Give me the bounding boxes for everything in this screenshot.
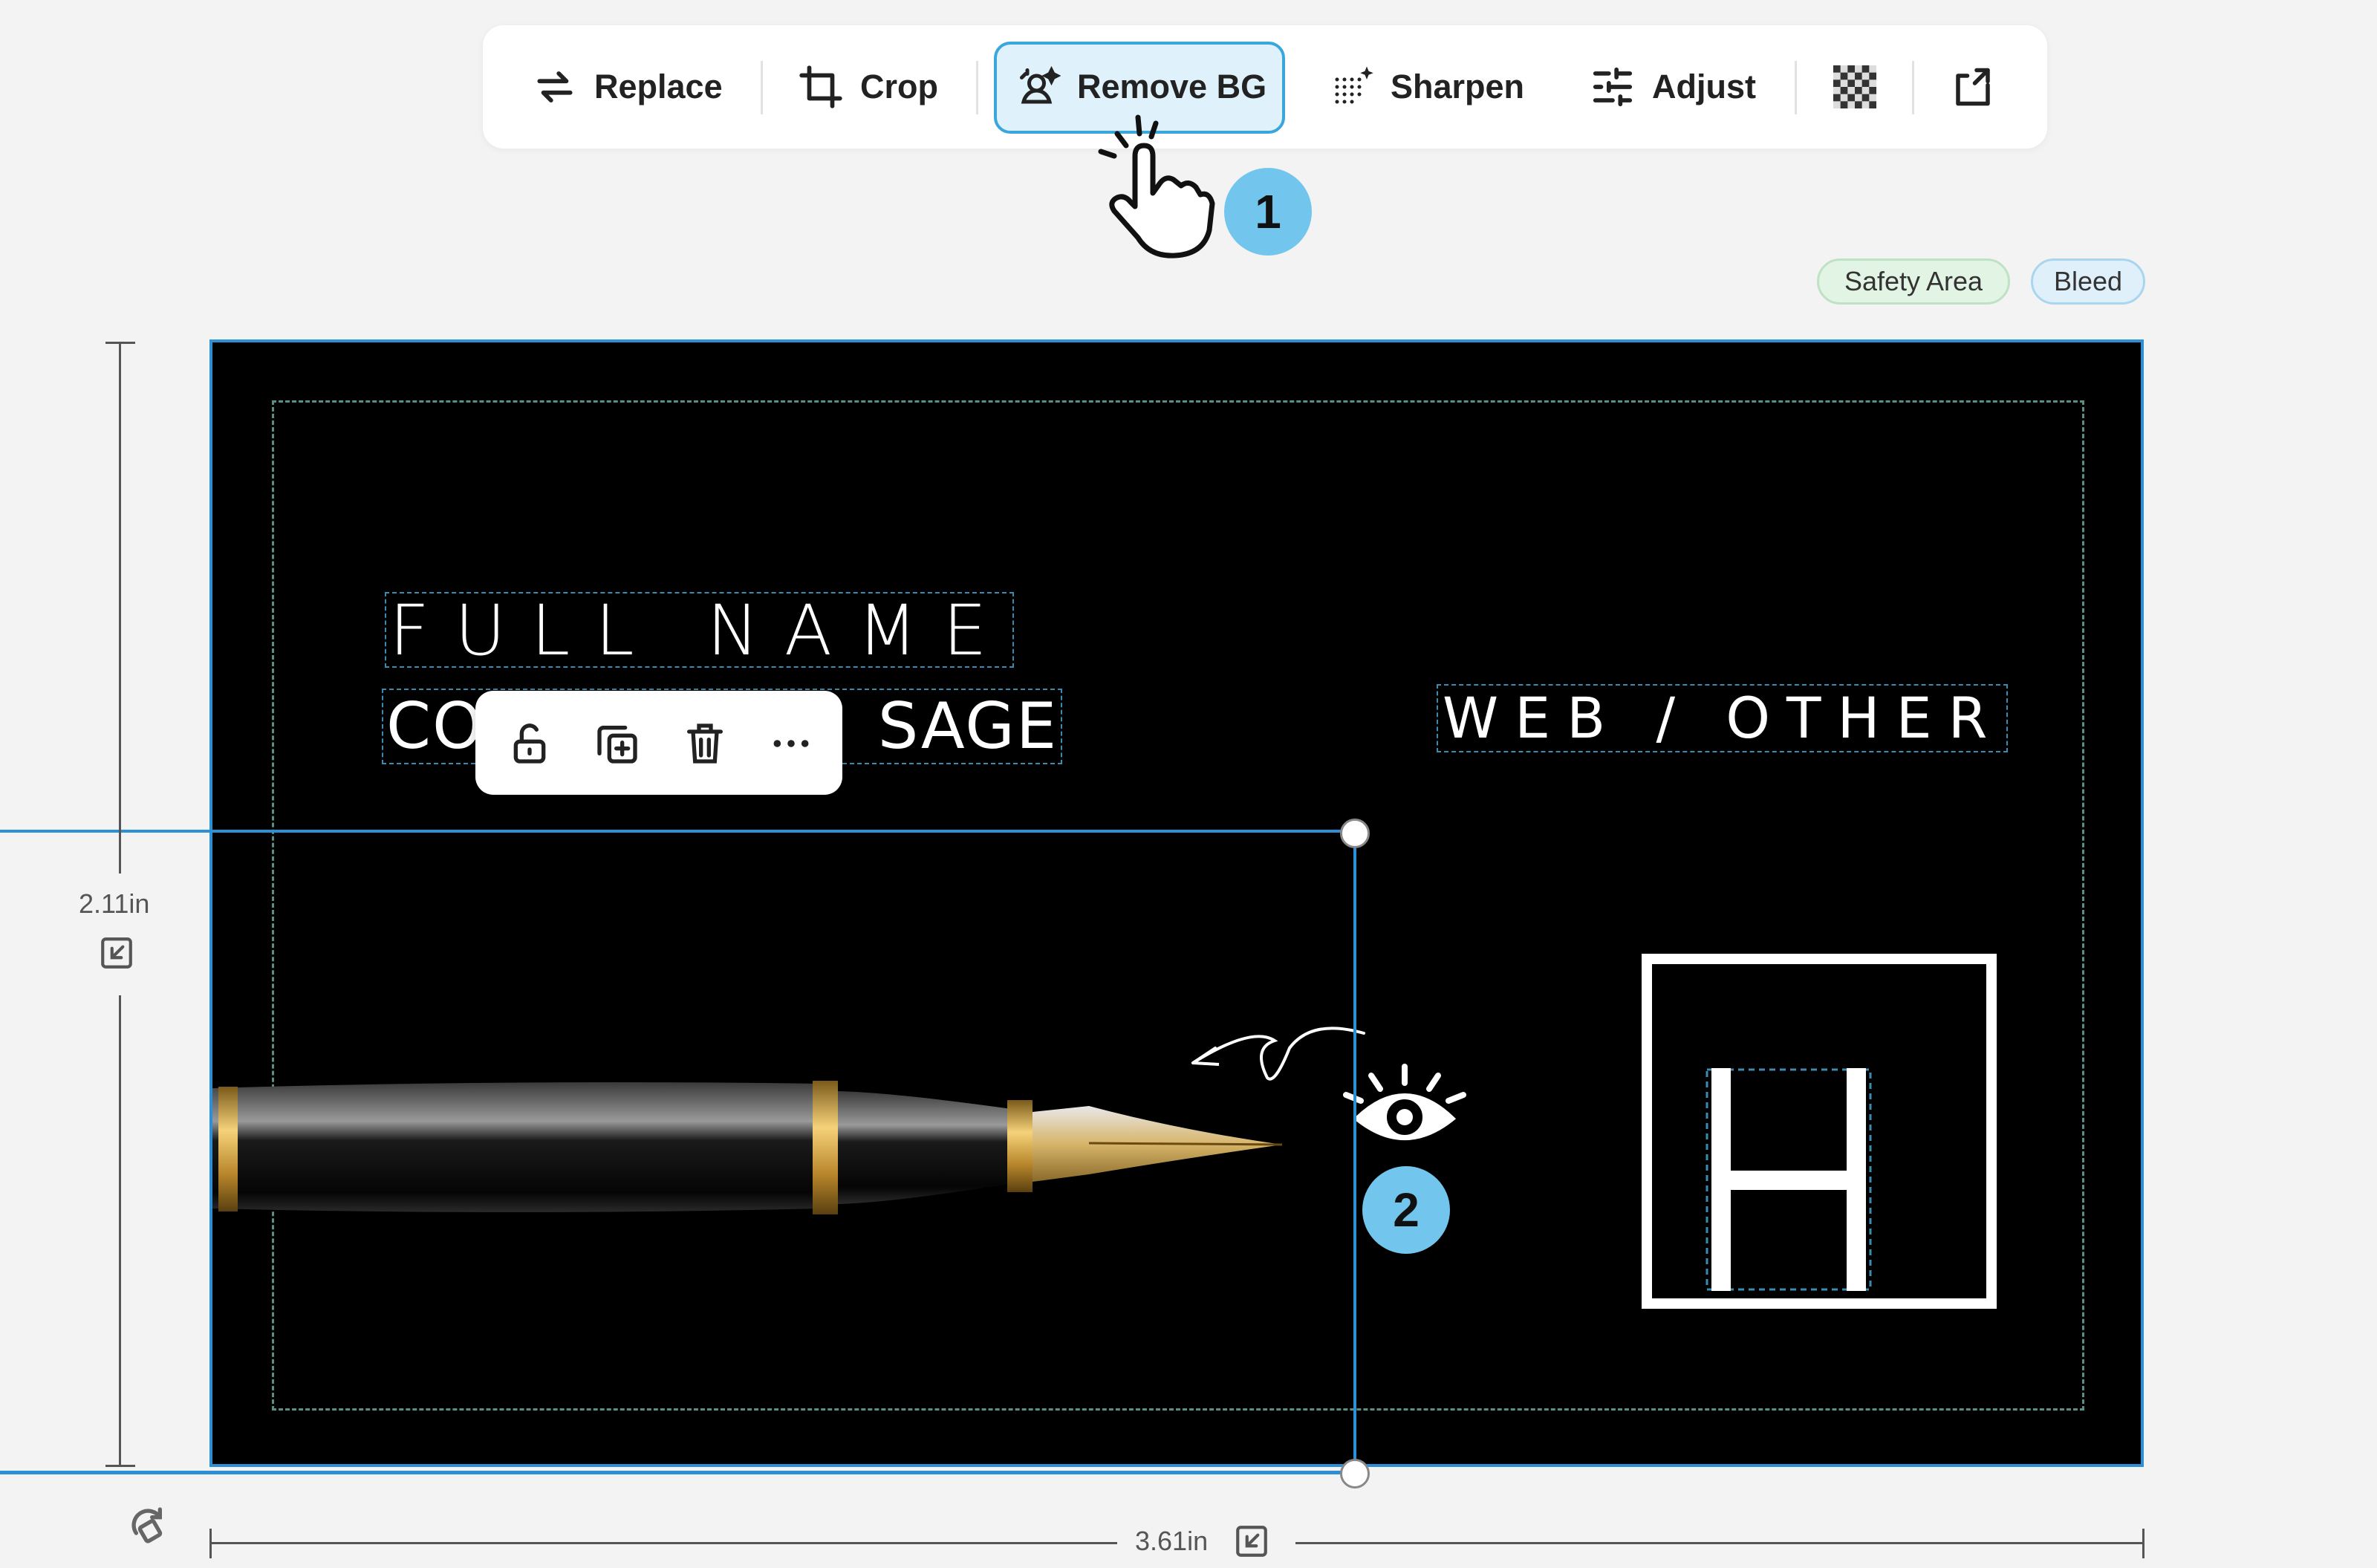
transparency-button[interactable] — [1833, 53, 1876, 120]
toolbar-divider — [761, 61, 763, 114]
selection-top-edge — [0, 830, 1356, 833]
height-dim-line-top — [119, 342, 121, 874]
company-text-left: CO — [386, 689, 484, 764]
full-name-text[interactable]: FULL NAME — [385, 592, 1014, 668]
fountain-pen-image[interactable] — [212, 1070, 1312, 1241]
remove-bg-icon — [1020, 65, 1061, 104]
element-context-menu — [475, 691, 842, 795]
pointer-hand-icon — [1098, 114, 1215, 258]
width-dim-cap-right — [2142, 1529, 2144, 1558]
width-dimension-label: 3.61in — [1135, 1526, 1209, 1556]
sharpen-icon — [1335, 66, 1373, 104]
toolbar-divider — [976, 61, 978, 114]
adjust-button[interactable]: Adjust — [1590, 53, 1756, 120]
width-edit-icon[interactable] — [1233, 1523, 1270, 1560]
safety-area-toggle[interactable]: Safety Area — [1817, 258, 2010, 305]
crop-label: Crop — [860, 68, 938, 105]
crop-button[interactable]: Crop — [798, 53, 938, 120]
transparency-icon — [1833, 65, 1876, 108]
unlock-icon — [513, 723, 546, 764]
logo-frame[interactable]: H — [1642, 954, 1997, 1309]
image-toolbar: Replace Crop Remove BG Sharpen Adjust — [483, 25, 2047, 149]
remove-bg-label: Remove BG — [1077, 68, 1267, 105]
remove-bg-button[interactable]: Remove BG — [1016, 53, 1266, 120]
crop-icon — [799, 65, 842, 108]
replace-button[interactable]: Replace — [532, 53, 723, 120]
toolbar-divider — [1795, 61, 1797, 114]
replace-icon — [537, 71, 573, 103]
export-button[interactable] — [1951, 53, 1995, 120]
more-button[interactable] — [765, 718, 817, 770]
company-text-right: SAGE — [877, 689, 1059, 764]
width-dim-line-right — [1295, 1542, 2144, 1544]
resize-handle-bottom-right[interactable] — [1340, 1459, 1370, 1489]
sharpen-label: Sharpen — [1391, 68, 1525, 105]
duplicate-button[interactable] — [591, 718, 643, 770]
selection-bottom-edge — [0, 1471, 1356, 1474]
sharpen-button[interactable]: Sharpen — [1330, 53, 1524, 120]
height-edit-icon[interactable] — [98, 934, 135, 972]
height-dim-line-bottom — [119, 995, 121, 1466]
eye-icon — [1343, 1064, 1466, 1140]
selection-right-edge — [1353, 832, 1356, 1472]
delete-button[interactable] — [679, 718, 731, 770]
trash-icon — [687, 723, 723, 764]
toolbar-divider — [1912, 61, 1914, 114]
rotate-icon[interactable] — [126, 1503, 174, 1551]
height-dimension-label: 2.11in — [79, 888, 150, 919]
more-icon — [773, 740, 809, 747]
step-2-badge: 2 — [1362, 1166, 1450, 1254]
editor-canvas: Replace Crop Remove BG Sharpen Adjust 1 … — [0, 0, 2377, 1568]
adjust-label: Adjust — [1652, 68, 1756, 105]
logo-h-mark — [1705, 1068, 1872, 1291]
business-card[interactable]: FULL NAME CO SAGE WEB / OTHER H — [209, 339, 2144, 1467]
unlock-button[interactable] — [504, 718, 556, 770]
export-icon — [1956, 68, 1990, 106]
width-dim-line-left — [209, 1542, 1117, 1544]
replace-label: Replace — [594, 68, 723, 105]
bleed-toggle[interactable]: Bleed — [2031, 258, 2145, 305]
resize-handle-top-right[interactable] — [1340, 819, 1370, 848]
web-other-text[interactable]: WEB / OTHER — [1437, 684, 2009, 752]
height-dim-cap-bottom — [105, 1465, 135, 1467]
step-1-badge: 1 — [1224, 168, 1312, 256]
duplicate-icon — [597, 726, 637, 764]
adjust-icon — [1593, 67, 1633, 107]
